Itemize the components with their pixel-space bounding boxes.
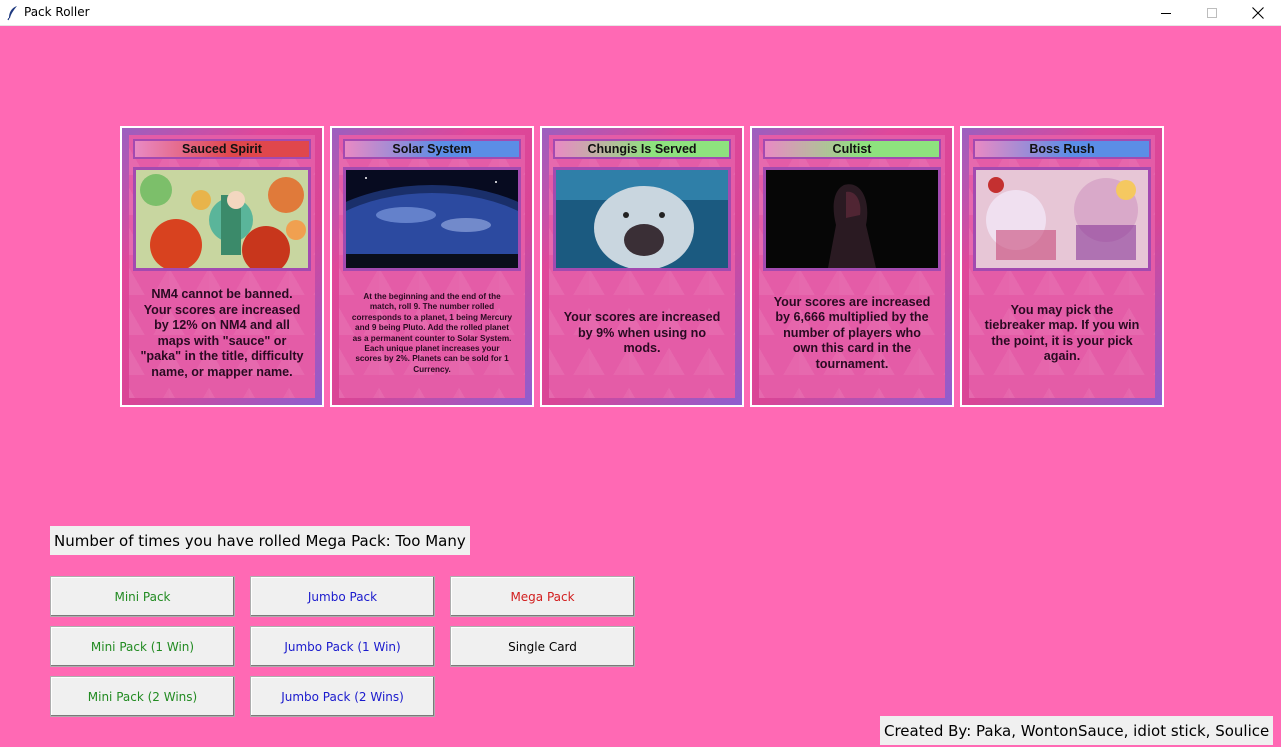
window-titlebar: Pack Roller xyxy=(0,0,1281,26)
card-title: Boss Rush xyxy=(973,139,1151,159)
card-description: Your scores are increased by 6,666 multi… xyxy=(773,294,931,371)
mini-pack-2-wins-button[interactable]: Mini Pack (2 Wins) xyxy=(50,676,235,717)
jumbo-pack-2-wins-button[interactable]: Jumbo Pack (2 Wins) xyxy=(250,676,435,717)
card-art-image xyxy=(553,167,731,271)
card-art-image xyxy=(973,167,1151,271)
card-boss-rush: Boss Rush You may pick the tiebreaker ma… xyxy=(960,126,1164,407)
card-description: Your scores are increased by 9% when usi… xyxy=(563,310,721,356)
single-card-button[interactable]: Single Card xyxy=(450,626,635,667)
minimize-icon xyxy=(1161,13,1171,14)
card-art-image xyxy=(343,167,521,271)
card-solar-system: Solar System At the beginning and the en… xyxy=(330,126,534,407)
credits-label: Created By: Paka, WontonSauce, idiot sti… xyxy=(880,716,1274,745)
card-description: You may pick the tiebreaker map. If you … xyxy=(984,302,1140,364)
card-title: Cultist xyxy=(763,139,941,159)
close-icon xyxy=(1252,7,1264,19)
minimize-button[interactable] xyxy=(1143,0,1189,26)
maximize-icon xyxy=(1207,8,1217,18)
card-chungis-is-served: Chungis Is Served Your scores are increa… xyxy=(540,126,744,407)
card-description: NM4 cannot be banned. Your scores are in… xyxy=(140,287,304,379)
mini-pack-button[interactable]: Mini Pack xyxy=(50,576,235,617)
card-sauced-spirit: Sauced Spirit NM4 cannot be banned. Your… xyxy=(120,126,324,407)
jumbo-pack-button[interactable]: Jumbo Pack xyxy=(250,576,435,617)
card-title: Sauced Spirit xyxy=(133,139,311,159)
card-art-image xyxy=(133,167,311,271)
card-description: At the beginning and the end of the matc… xyxy=(351,291,513,374)
roll-counter-label: Number of times you have rolled Mega Pac… xyxy=(50,526,470,555)
jumbo-pack-1-win-button[interactable]: Jumbo Pack (1 Win) xyxy=(250,626,435,667)
card-title: Solar System xyxy=(343,139,521,159)
mini-pack-1-win-button[interactable]: Mini Pack (1 Win) xyxy=(50,626,235,667)
maximize-button[interactable] xyxy=(1189,0,1235,26)
close-button[interactable] xyxy=(1235,0,1281,26)
card-cultist: Cultist Your scores are increased by 6,6… xyxy=(750,126,954,407)
window-title: Pack Roller xyxy=(24,5,90,19)
card-title: Chungis Is Served xyxy=(553,139,731,159)
mega-pack-button[interactable]: Mega Pack xyxy=(450,576,635,617)
feather-icon xyxy=(6,5,20,21)
card-art-image xyxy=(763,167,941,271)
